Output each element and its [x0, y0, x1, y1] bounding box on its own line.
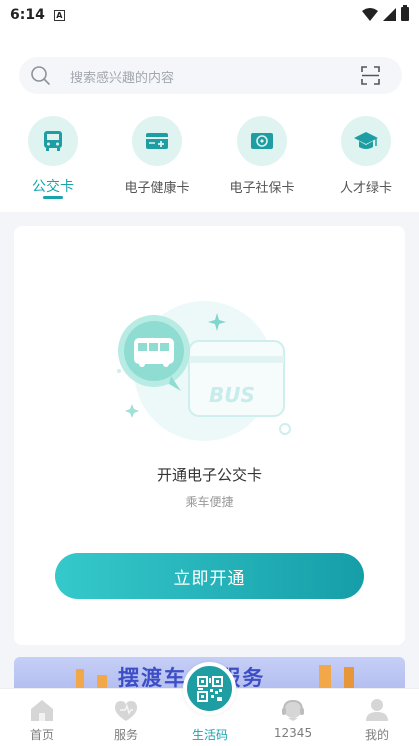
nav-service[interactable]: 服务 — [84, 689, 168, 746]
nav-label-home: 首页 — [29, 728, 54, 742]
tab-label-health-card: 电子健康卡 — [124, 181, 190, 196]
bus-card-panel: BUS 开通电子公交卡 乘车便捷 立即开通 — [14, 226, 405, 645]
bus-card-icon-circle — [28, 116, 78, 166]
talent-card-icon-circle — [341, 116, 391, 166]
wifi-icon — [362, 7, 378, 21]
cellular-signal-icon — [383, 7, 396, 21]
tab-talent-green-card[interactable]: 人才绿卡 — [318, 112, 414, 198]
home-icon — [31, 700, 53, 721]
status-time: 6:14 — [10, 7, 45, 23]
nav-hotline-12345[interactable]: 12345 — [251, 689, 335, 746]
bus-card-illustration: BUS — [117, 301, 291, 441]
health-card-icon-circle — [132, 116, 182, 166]
nav-mine[interactable]: 我的 — [335, 689, 419, 746]
status-bar: 6:14 A — [0, 0, 419, 30]
nav-label-life-code: 生活码 — [191, 728, 228, 742]
card-subtitle: 乘车便捷 — [185, 495, 234, 509]
social-security-card-icon — [251, 133, 273, 149]
scan-icon[interactable] — [361, 66, 380, 85]
bus-icon — [44, 131, 62, 151]
tab-social-security-card[interactable]: 电子社保卡 — [214, 112, 310, 198]
open-now-button[interactable]: 立即开通 — [55, 553, 364, 599]
bus-card-text: BUS — [209, 383, 255, 407]
active-tab-indicator — [43, 196, 63, 199]
tab-label-social-security-card: 电子社保卡 — [229, 181, 295, 196]
tab-label-bus-card: 公交卡 — [32, 179, 74, 195]
nav-label-service: 服务 — [113, 728, 138, 742]
battery-icon — [401, 5, 409, 21]
notification-app-icon: A — [53, 9, 65, 21]
life-code-button[interactable] — [183, 662, 236, 715]
tab-bus-card[interactable]: 公交卡 — [5, 112, 101, 199]
health-card-icon — [146, 133, 168, 149]
nav-label-mine: 我的 — [364, 728, 389, 742]
social-security-card-icon-circle — [237, 116, 287, 166]
qr-code-icon — [196, 675, 223, 702]
card-type-tabs: 公交卡 电子健康卡 电子社保卡 人才绿卡 — [0, 112, 419, 202]
nav-home[interactable]: 首页 — [0, 689, 84, 746]
search-icon — [31, 66, 50, 85]
status-indicators — [362, 5, 409, 21]
tab-health-card[interactable]: 电子健康卡 — [109, 112, 205, 198]
service-icon — [115, 701, 137, 721]
card-title: 开通电子公交卡 — [156, 466, 262, 484]
tab-label-talent-green-card: 人才绿卡 — [339, 181, 392, 196]
search-bar[interactable]: 搜索感兴趣的内容 — [19, 57, 402, 94]
graduation-cap-icon — [354, 132, 378, 149]
nav-label-hotline: 12345 — [273, 726, 313, 740]
hotline-icon — [282, 699, 304, 721]
bottom-navigation: 首页 服务 生活码 12345 我的 — [0, 662, 419, 746]
search-input[interactable]: 搜索感兴趣的内容 — [70, 67, 174, 86]
profile-icon — [366, 699, 388, 721]
